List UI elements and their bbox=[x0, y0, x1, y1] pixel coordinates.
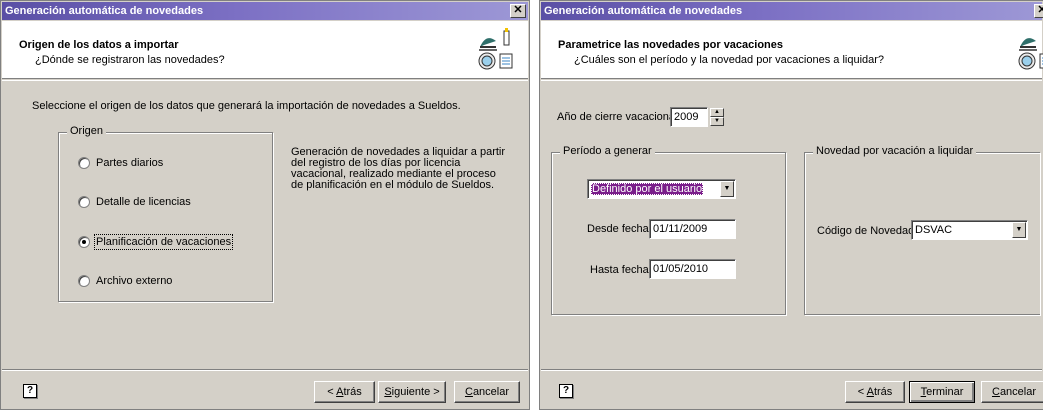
radio-button[interactable] bbox=[78, 275, 90, 287]
header-divider bbox=[2, 80, 528, 81]
origin-group: Origen Partes diarios Detalle de licenci… bbox=[58, 125, 273, 302]
novelty-group-label: Novedad por vacación a liquidar bbox=[813, 145, 977, 157]
chevron-down-icon[interactable]: ▼ bbox=[720, 181, 734, 197]
year-label: Año de cierre vacacional: bbox=[557, 111, 681, 123]
back-button[interactable]: < Atrás bbox=[314, 381, 375, 403]
period-group-label: Período a generar bbox=[560, 145, 655, 157]
year-spinner[interactable]: ▲ ▼ bbox=[710, 108, 724, 126]
cancel-button-label: ancelar bbox=[999, 386, 1037, 398]
cancel-button-accel: C bbox=[464, 386, 473, 398]
footer-divider bbox=[2, 369, 528, 371]
cancel-button[interactable]: Cancelar bbox=[454, 381, 520, 403]
radio-detalle-licencias[interactable]: Detalle de licencias bbox=[78, 196, 191, 208]
help-icon[interactable]: ? bbox=[23, 384, 37, 398]
footer-divider bbox=[541, 369, 1042, 371]
from-date-input[interactable]: 01/11/2009 bbox=[649, 219, 736, 239]
back-button-prefix: < bbox=[327, 386, 337, 398]
spin-down-icon[interactable]: ▼ bbox=[710, 117, 724, 126]
radio-button[interactable] bbox=[78, 196, 90, 208]
window-title: Generación automática de novedades bbox=[5, 5, 204, 17]
radio-button[interactable] bbox=[78, 157, 90, 169]
to-date-label: Hasta fecha: bbox=[590, 264, 652, 276]
finish-button-label: erminar bbox=[926, 386, 964, 398]
chevron-down-icon[interactable]: ▼ bbox=[1012, 222, 1026, 238]
wizard-dialog-vacation-params: Generación automática de novedades ✕ Par… bbox=[539, 0, 1043, 410]
cancel-button[interactable]: Cancelar bbox=[981, 381, 1043, 403]
header-divider bbox=[541, 80, 1042, 81]
wizard-header: Origen de los datos a importar ¿Dónde se… bbox=[2, 21, 528, 79]
radio-label[interactable]: Partes diarios bbox=[96, 157, 163, 169]
cancel-button-accel: C bbox=[991, 386, 1000, 398]
next-button[interactable]: Siguiente > bbox=[378, 381, 446, 403]
option-description: Generación de novedades a liquidar a par… bbox=[291, 146, 506, 191]
next-button-accel: S bbox=[384, 386, 392, 398]
radio-label[interactable]: Planificación de vacaciones bbox=[93, 234, 234, 250]
intro-text: Seleccione el origen de los datos que ge… bbox=[32, 100, 461, 112]
radio-planificacion-vacaciones[interactable]: Planificación de vacaciones bbox=[78, 234, 234, 250]
close-button[interactable]: ✕ bbox=[1034, 4, 1043, 18]
back-button-label: trás bbox=[343, 386, 362, 398]
page-title: Parametrice las novedades por vacaciones bbox=[558, 39, 784, 51]
from-date-label: Desde fecha: bbox=[587, 223, 652, 235]
year-input[interactable]: 2009 bbox=[670, 107, 708, 127]
finish-button[interactable]: Terminar bbox=[909, 381, 975, 403]
novelty-code-select[interactable]: DSVAC ▼ bbox=[911, 220, 1028, 240]
spin-up-icon[interactable]: ▲ bbox=[710, 108, 724, 117]
back-button[interactable]: < Atrás bbox=[845, 381, 905, 403]
wizard-dialog-origin: Generación automática de novedades ✕ Ori… bbox=[0, 0, 530, 410]
origin-group-label: Origen bbox=[67, 125, 107, 137]
window-title: Generación automática de novedades bbox=[544, 5, 743, 17]
title-bar: Generación automática de novedades ✕ bbox=[2, 2, 528, 20]
wizard-header-icon bbox=[1018, 38, 1043, 70]
novelty-code-label: Código de Novedad: bbox=[817, 225, 918, 237]
radio-button-checked[interactable] bbox=[78, 236, 90, 248]
period-group: Período a generar Definido por el usuari… bbox=[551, 145, 786, 315]
help-icon[interactable]: ? bbox=[559, 384, 573, 398]
radio-label[interactable]: Archivo externo bbox=[96, 275, 172, 287]
wizard-header: Parametrice las novedades por vacaciones… bbox=[541, 21, 1043, 79]
period-select[interactable]: Definido por el usuario ▼ bbox=[587, 179, 736, 199]
page-subtitle: ¿Cuáles son el período y la novedad por … bbox=[574, 54, 885, 66]
page-subtitle: ¿Dónde se registraron las novedades? bbox=[35, 54, 225, 66]
radio-partes-diarios[interactable]: Partes diarios bbox=[78, 157, 163, 169]
back-button-label: trás bbox=[873, 386, 893, 398]
close-button[interactable]: ✕ bbox=[510, 4, 526, 18]
novelty-group: Novedad por vacación a liquidar Código d… bbox=[804, 145, 1040, 315]
cancel-button-label: ancelar bbox=[472, 386, 510, 398]
back-button-accel: A bbox=[866, 386, 874, 398]
to-date-input[interactable]: 01/05/2010 bbox=[649, 259, 736, 279]
novelty-code-value: DSVAC bbox=[915, 224, 953, 236]
period-select-value: Definido por el usuario bbox=[591, 183, 704, 195]
radio-label[interactable]: Detalle de licencias bbox=[96, 196, 191, 208]
title-bar: Generación automática de novedades ✕ bbox=[541, 2, 1043, 20]
page-title: Origen de los datos a importar bbox=[19, 39, 179, 51]
next-button-label: iguiente > bbox=[391, 386, 440, 398]
back-button-prefix: < bbox=[857, 386, 867, 398]
radio-archivo-externo[interactable]: Archivo externo bbox=[78, 275, 172, 287]
wizard-header-icon bbox=[478, 28, 513, 70]
